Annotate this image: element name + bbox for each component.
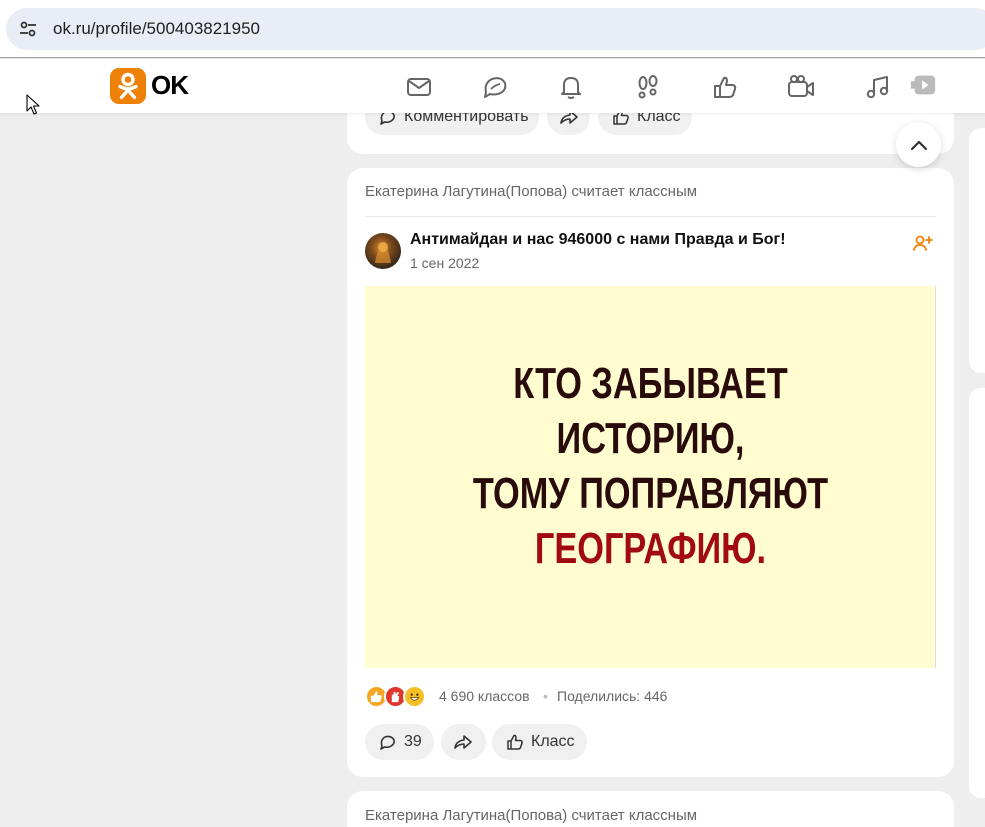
video-call-icon[interactable] [787, 73, 815, 101]
video-icon[interactable] [909, 71, 939, 99]
poster-line-3: ТОМУ ПОПРАВЛЯЮТ [472, 469, 829, 518]
share-icon [454, 735, 472, 749]
notifications-icon[interactable] [557, 73, 585, 101]
ok-top-nav: OK [0, 59, 985, 113]
reactions-icon[interactable] [711, 73, 739, 101]
next-post-card: Екатерина Лагутина(Попова) считает класс… [347, 791, 954, 827]
join-group-icon[interactable] [913, 234, 933, 257]
like-button-label: Класс [531, 733, 575, 750]
discussions-icon[interactable] [481, 73, 509, 101]
liked-by-text[interactable]: Екатерина Лагутина(Попова) считает класс… [365, 807, 697, 824]
ok-logo-text[interactable]: OK [151, 69, 189, 101]
guests-icon[interactable] [634, 73, 662, 101]
thumbs-up-icon [507, 734, 523, 750]
music-icon[interactable] [864, 73, 892, 101]
mouse-cursor-icon [26, 94, 40, 121]
liked-by-text[interactable]: Екатерина Лагутина(Попова) считает класс… [365, 183, 697, 200]
right-sidebar-card [969, 128, 985, 373]
share-button[interactable] [441, 724, 486, 760]
comments-count: 39 [404, 733, 422, 750]
comments-button[interactable]: 39 [365, 724, 434, 760]
messages-icon[interactable] [405, 73, 433, 101]
browser-toolbar: ok.ru/profile/500403821950 [0, 0, 985, 58]
poster-line-2: ИСТОРИЮ, [556, 414, 745, 463]
likes-count[interactable]: 4 690 классов [439, 688, 530, 704]
like-button[interactable]: Класс [492, 724, 587, 760]
right-sidebar-card [969, 388, 985, 798]
site-settings-icon[interactable] [18, 19, 38, 39]
divider [365, 216, 936, 217]
chevron-up-icon [910, 140, 927, 150]
poster-line-4: ГЕОГРАФИЮ. [534, 524, 767, 573]
url-text[interactable]: ok.ru/profile/500403821950 [53, 19, 260, 39]
group-name-link[interactable]: Антимайдан и нас 946000 с нами Правда и … [410, 231, 786, 249]
poster-line-1: КТО ЗАБЫВАЕТ [513, 359, 788, 408]
post-image[interactable]: КТО ЗАБЫВАЕТ ИСТОРИЮ, ТОМУ ПОПРАВЛЯЮТ ГЕ… [365, 286, 936, 668]
post-date[interactable]: 1 сен 2022 [410, 255, 479, 271]
reactions-summary[interactable] [365, 684, 426, 708]
group-avatar[interactable] [365, 233, 401, 269]
poster-headline: КТО ЗАБЫВАЕТ ИСТОРИЮ, ТОМУ ПОПРАВЛЯЮТ ГЕ… [428, 356, 873, 576]
separator-dot: • [543, 688, 548, 704]
comment-icon [380, 735, 395, 750]
shares-count[interactable]: Поделились: 446 [557, 688, 667, 704]
ok-logo-icon[interactable] [110, 68, 146, 104]
post-card: Екатерина Лагутина(Попова) считает класс… [347, 168, 954, 777]
address-bar[interactable]: ok.ru/profile/500403821950 [6, 8, 985, 50]
laugh-reaction-icon [403, 684, 426, 708]
scroll-to-top-button[interactable] [896, 122, 941, 167]
